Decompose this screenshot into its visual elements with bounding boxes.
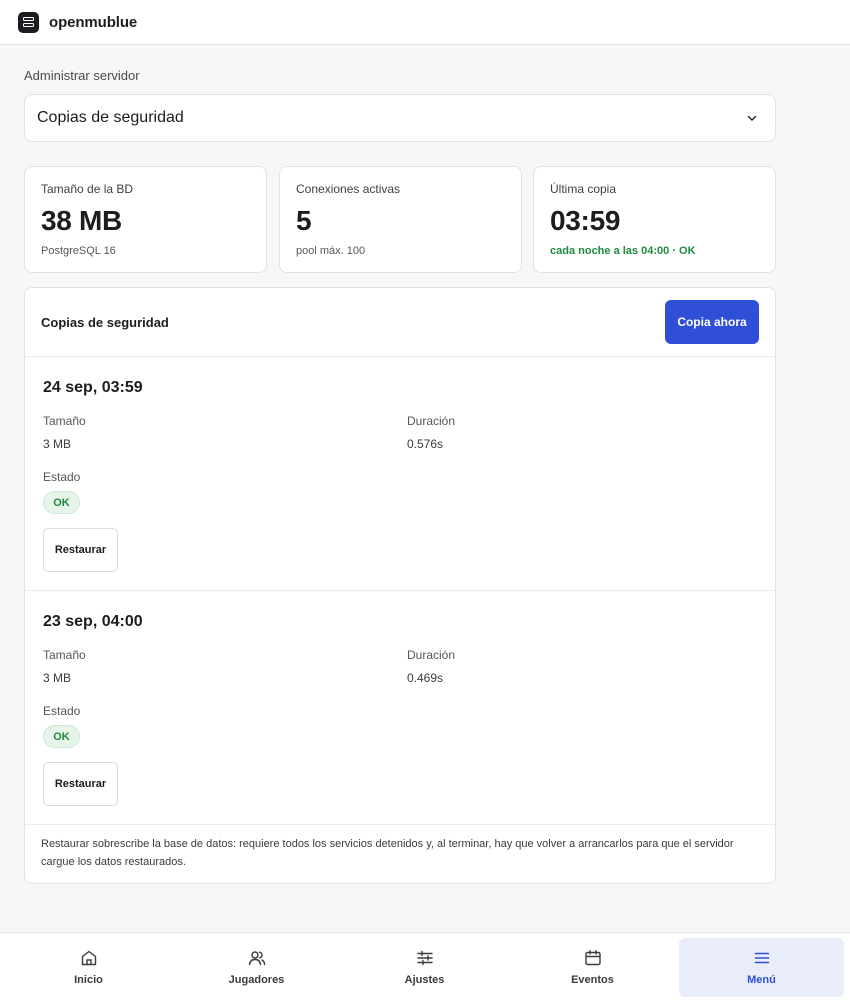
- stat-sub: PostgreSQL 16: [41, 245, 116, 257]
- admin-section-select-value: Copias de seguridad: [37, 109, 184, 126]
- nav-item-home[interactable]: Inicio: [6, 938, 171, 997]
- backup-status-label: Estado: [43, 470, 81, 484]
- backup-date: 23 sep, 04:00: [43, 613, 143, 630]
- backup-duration-value: 0.469s: [407, 671, 444, 685]
- nav-item-settings[interactable]: Ajustes: [342, 938, 507, 997]
- restore-button[interactable]: Restaurar: [43, 528, 118, 572]
- calendar-icon: [584, 950, 601, 966]
- stat-label: Tamaño de la BD: [41, 182, 134, 196]
- nav-item-label: Menú: [747, 974, 776, 986]
- app-name: openmublue: [49, 13, 138, 31]
- backup-item: 24 sep, 03:59 Tamaño 3 MB Duración 0.576…: [25, 357, 775, 591]
- backup-now-button[interactable]: Copia ahora: [665, 300, 759, 344]
- sliders-icon: [416, 950, 433, 966]
- nav-item-label: Jugadores: [228, 974, 285, 986]
- backups-panel-title: Copias de seguridad: [41, 315, 169, 330]
- backup-size-value: 3 MB: [43, 437, 72, 451]
- stat-card-last-backup: Última copia 03:59 cada noche a las 04:0…: [533, 166, 776, 273]
- stat-value: 5: [296, 205, 312, 236]
- backups-panel-header: Copias de seguridad Copia ahora: [25, 288, 775, 357]
- nav-item-label: Eventos: [571, 974, 614, 986]
- backup-size-value: 3 MB: [43, 671, 72, 685]
- stat-value: 03:59: [550, 205, 621, 236]
- menu-icon: [754, 952, 769, 964]
- nav-item-label: Inicio: [74, 974, 103, 986]
- chevron-down-icon: [747, 115, 757, 121]
- app-logo-icon: [18, 11, 39, 33]
- home-icon: [81, 950, 96, 966]
- backup-status-label: Estado: [43, 704, 81, 718]
- backup-duration-label: Duración: [407, 648, 456, 662]
- admin-section-label: Administrar servidor: [24, 68, 140, 83]
- backup-duration-label: Duración: [407, 414, 456, 428]
- status-badge: OK: [43, 491, 80, 514]
- bottom-nav: Inicio Jugadores Ajustes Eventos Menú: [0, 932, 850, 1000]
- backups-panel: Copias de seguridad Copia ahora 24 sep, …: [24, 287, 776, 884]
- nav-item-menu[interactable]: Menú: [679, 938, 844, 997]
- stat-sub: pool máx. 100: [296, 245, 366, 257]
- restore-button[interactable]: Restaurar: [43, 762, 118, 806]
- admin-section-select[interactable]: Copias de seguridad: [24, 94, 776, 142]
- top-bar: openmublue: [0, 0, 850, 45]
- stat-label: Última copia: [550, 182, 617, 196]
- status-badge: OK: [43, 725, 80, 748]
- stat-sub-status: cada noche a las 04:00 · OK: [550, 245, 696, 257]
- nav-item-label: Ajustes: [404, 974, 445, 986]
- stat-value: 38 MB: [41, 205, 122, 236]
- backup-item: 23 sep, 04:00 Tamaño 3 MB Duración 0.469…: [25, 591, 775, 825]
- stat-label: Conexiones activas: [296, 182, 401, 196]
- stat-card-active-connections: Conexiones activas 5 pool máx. 100: [279, 166, 522, 273]
- stat-card-db-size: Tamaño de la BD 38 MB PostgreSQL 16: [24, 166, 267, 273]
- nav-item-events[interactable]: Eventos: [510, 938, 675, 997]
- nav-item-players[interactable]: Jugadores: [174, 938, 339, 997]
- backup-size-label: Tamaño: [43, 648, 86, 662]
- users-icon: [248, 951, 265, 966]
- backup-date: 24 sep, 03:59: [43, 379, 143, 396]
- backup-size-label: Tamaño: [43, 414, 86, 428]
- restore-warning-note: Restaurar sobrescribe la base de datos: …: [41, 838, 734, 868]
- backup-duration-value: 0.576s: [407, 437, 444, 451]
